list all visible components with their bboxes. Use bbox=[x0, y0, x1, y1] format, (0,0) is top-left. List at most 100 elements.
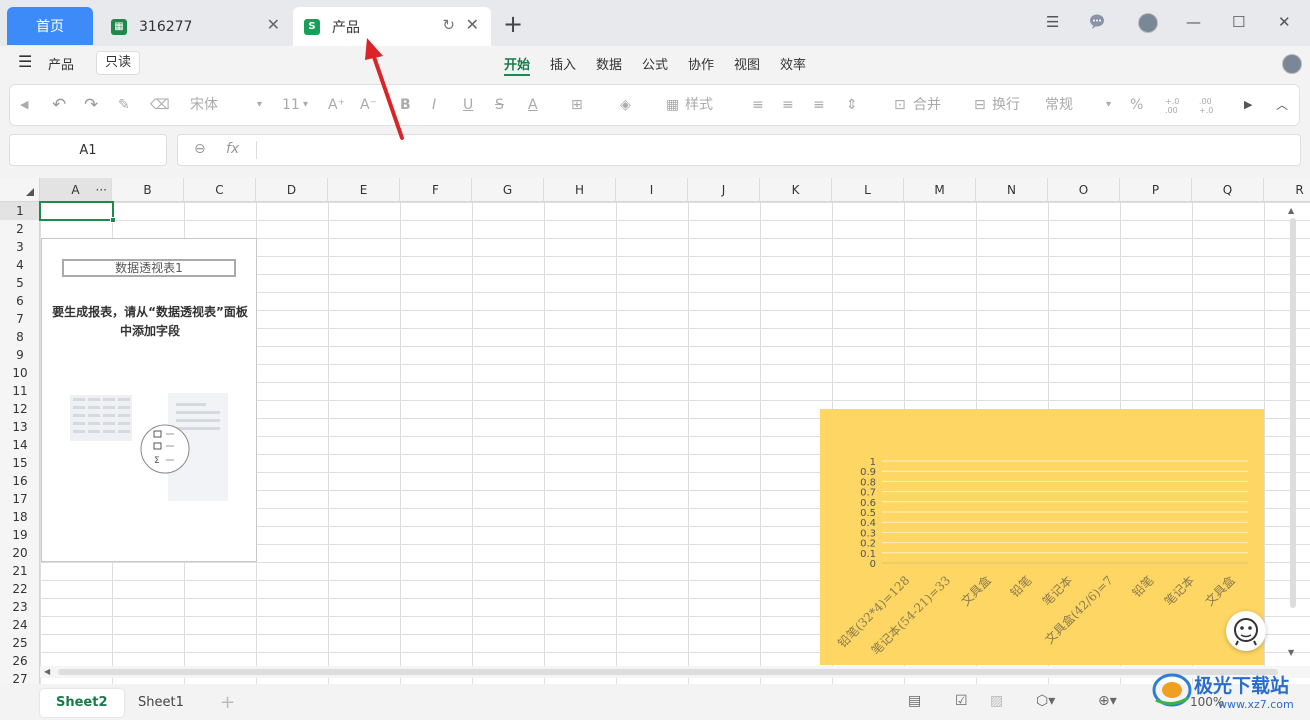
column-header-D[interactable]: D bbox=[256, 178, 328, 202]
table-style-icon[interactable]: ▦ bbox=[666, 95, 679, 115]
row-header-6[interactable]: 6 bbox=[0, 292, 40, 310]
row-header-22[interactable]: 22 bbox=[0, 580, 40, 598]
italic-icon[interactable]: I bbox=[432, 95, 436, 115]
column-header-C[interactable]: C bbox=[184, 178, 256, 202]
font-color-icon[interactable]: A bbox=[528, 95, 538, 115]
column-header-L[interactable]: L bbox=[832, 178, 904, 202]
column-header-J[interactable]: J bbox=[688, 178, 760, 202]
chart[interactable]: 0 0.1 0.2 0.3 0.4 0.5 0.6 0.7 0.8 0.9 1 铅笔(32*4)=12… bbox=[820, 409, 1264, 665]
scroll-up-icon[interactable]: ▲ bbox=[1288, 206, 1294, 215]
fill-handle[interactable] bbox=[110, 217, 116, 223]
column-header-G[interactable]: G bbox=[472, 178, 544, 202]
border-icon[interactable]: ⊞ bbox=[571, 95, 583, 115]
minimize-icon[interactable]: — bbox=[1186, 13, 1201, 31]
underline-icon[interactable]: U bbox=[463, 95, 473, 115]
image-icon[interactable]: ▨ bbox=[990, 693, 1003, 709]
column-header-N[interactable]: N bbox=[976, 178, 1048, 202]
style-button[interactable]: 样式 bbox=[685, 95, 713, 115]
name-box[interactable]: A1 bbox=[9, 134, 167, 166]
scroll-left-icon[interactable]: ◀ bbox=[44, 667, 50, 676]
undo-icon[interactable]: ↶ bbox=[52, 95, 66, 115]
row-header-25[interactable]: 25 bbox=[0, 634, 40, 652]
row-header-19[interactable]: 19 bbox=[0, 526, 40, 544]
align-right-icon[interactable]: ≡ bbox=[813, 95, 825, 115]
column-header-H[interactable]: H bbox=[544, 178, 616, 202]
redo-icon[interactable]: ↷ bbox=[84, 95, 98, 115]
vertical-align-icon[interactable]: ⇕ bbox=[846, 95, 858, 115]
merge-icon[interactable]: ⊡ bbox=[894, 95, 906, 115]
user-avatar-icon[interactable] bbox=[1282, 54, 1302, 74]
merge-button[interactable]: 合并 bbox=[913, 95, 941, 115]
tab-316277[interactable]: ▦ 316277 ✕ bbox=[100, 7, 292, 46]
menu-data[interactable]: 数据 bbox=[596, 54, 622, 73]
selected-cell[interactable] bbox=[39, 201, 114, 221]
row-header-17[interactable]: 17 bbox=[0, 490, 40, 508]
scroll-right-icon[interactable]: ▶ bbox=[1244, 95, 1252, 115]
column-header-F[interactable]: F bbox=[400, 178, 472, 202]
scroll-left-icon[interactable]: ◀ bbox=[20, 95, 28, 115]
column-header-A[interactable]: A ··· bbox=[40, 178, 112, 202]
horizontal-scrollbar[interactable]: ◀ bbox=[40, 666, 1310, 678]
wrap-button[interactable]: 换行 bbox=[992, 95, 1020, 115]
row-header-27[interactable]: 27 bbox=[0, 670, 40, 684]
close-window-icon[interactable]: ✕ bbox=[1278, 13, 1291, 31]
spreadsheet-area[interactable]: A ··· B C D E F G H I J K L M N O P Q R 1 2 3 4 5 6 7 8 9 10 11 12 13… bbox=[0, 178, 1310, 684]
row-header-26[interactable]: 26 bbox=[0, 652, 40, 670]
sheet-tab-sheet1[interactable]: Sheet1 bbox=[122, 689, 200, 717]
sheet-tab-sheet2[interactable]: Sheet2 bbox=[40, 689, 124, 717]
increase-decimal-button[interactable]: +.0 .00 bbox=[1165, 97, 1185, 115]
column-header-I[interactable]: I bbox=[616, 178, 688, 202]
plus-icon[interactable]: + bbox=[503, 12, 523, 36]
font-size-select[interactable]: 11 bbox=[282, 95, 300, 115]
strikethrough-icon[interactable]: S bbox=[495, 95, 504, 115]
maximize-icon[interactable]: ☐ bbox=[1232, 13, 1245, 31]
menu-start[interactable]: 开始 bbox=[504, 54, 530, 73]
row-header-21[interactable]: 21 bbox=[0, 562, 40, 580]
collapse-ribbon-icon[interactable]: ︿ bbox=[1276, 95, 1288, 115]
wrap-icon[interactable]: ⊟ bbox=[974, 95, 986, 115]
row-header-8[interactable]: 8 bbox=[0, 328, 40, 346]
assistant-icon[interactable] bbox=[1226, 611, 1266, 651]
add-sheet-icon[interactable]: + bbox=[220, 692, 235, 713]
column-header-Q[interactable]: Q bbox=[1192, 178, 1264, 202]
row-header-2[interactable]: 2 bbox=[0, 220, 40, 238]
row-header-7[interactable]: 7 bbox=[0, 310, 40, 328]
scroll-down-icon[interactable]: ▼ bbox=[1288, 648, 1294, 657]
row-header-13[interactable]: 13 bbox=[0, 418, 40, 436]
formula-input[interactable]: ⊖ fx bbox=[177, 134, 1301, 166]
column-header-M[interactable]: M bbox=[904, 178, 976, 202]
fill-color-icon[interactable]: ◈ bbox=[620, 95, 631, 115]
hamburger-icon[interactable]: ☰ bbox=[18, 52, 32, 71]
freeze-icon[interactable]: ⊕▾ bbox=[1098, 693, 1117, 709]
chat-icon[interactable] bbox=[1089, 13, 1105, 33]
font-name-select[interactable]: 宋体 bbox=[190, 95, 218, 115]
row-header-4[interactable]: 4 bbox=[0, 256, 40, 274]
percent-button[interactable]: % bbox=[1130, 95, 1143, 115]
avatar[interactable] bbox=[1138, 13, 1158, 33]
menu-collab[interactable]: 协作 bbox=[688, 54, 714, 73]
zoom-formula-icon[interactable]: ⊖ bbox=[194, 141, 206, 157]
column-header-R[interactable]: R bbox=[1264, 178, 1310, 202]
close-icon[interactable]: ✕ bbox=[267, 17, 280, 33]
scroll-thumb[interactable] bbox=[1290, 218, 1296, 608]
tab-home[interactable]: 首页 bbox=[7, 7, 93, 45]
menu-insert[interactable]: 插入 bbox=[550, 54, 576, 73]
close-icon[interactable]: ✕ bbox=[466, 17, 479, 33]
vertical-scrollbar[interactable]: ▲ ▼ bbox=[1288, 202, 1298, 662]
number-format-select[interactable]: 常规 bbox=[1045, 95, 1073, 115]
font-grow-icon[interactable]: A⁺ bbox=[328, 95, 345, 115]
menu-efficiency[interactable]: 效率 bbox=[780, 54, 806, 73]
column-header-E[interactable]: E bbox=[328, 178, 400, 202]
row-header-3[interactable]: 3 bbox=[0, 238, 40, 256]
row-header-12[interactable]: 12 bbox=[0, 400, 40, 418]
row-header-9[interactable]: 9 bbox=[0, 346, 40, 364]
row-header-23[interactable]: 23 bbox=[0, 598, 40, 616]
column-header-P[interactable]: P bbox=[1120, 178, 1192, 202]
column-header-B[interactable]: B bbox=[112, 178, 184, 202]
row-header-10[interactable]: 10 bbox=[0, 364, 40, 382]
menu-lines-icon[interactable]: ☰ bbox=[1046, 13, 1059, 31]
column-header-K[interactable]: K bbox=[760, 178, 832, 202]
column-header-O[interactable]: O bbox=[1048, 178, 1120, 202]
row-header-5[interactable]: 5 bbox=[0, 274, 40, 292]
shape-icon[interactable]: ⬡▾ bbox=[1036, 693, 1055, 709]
